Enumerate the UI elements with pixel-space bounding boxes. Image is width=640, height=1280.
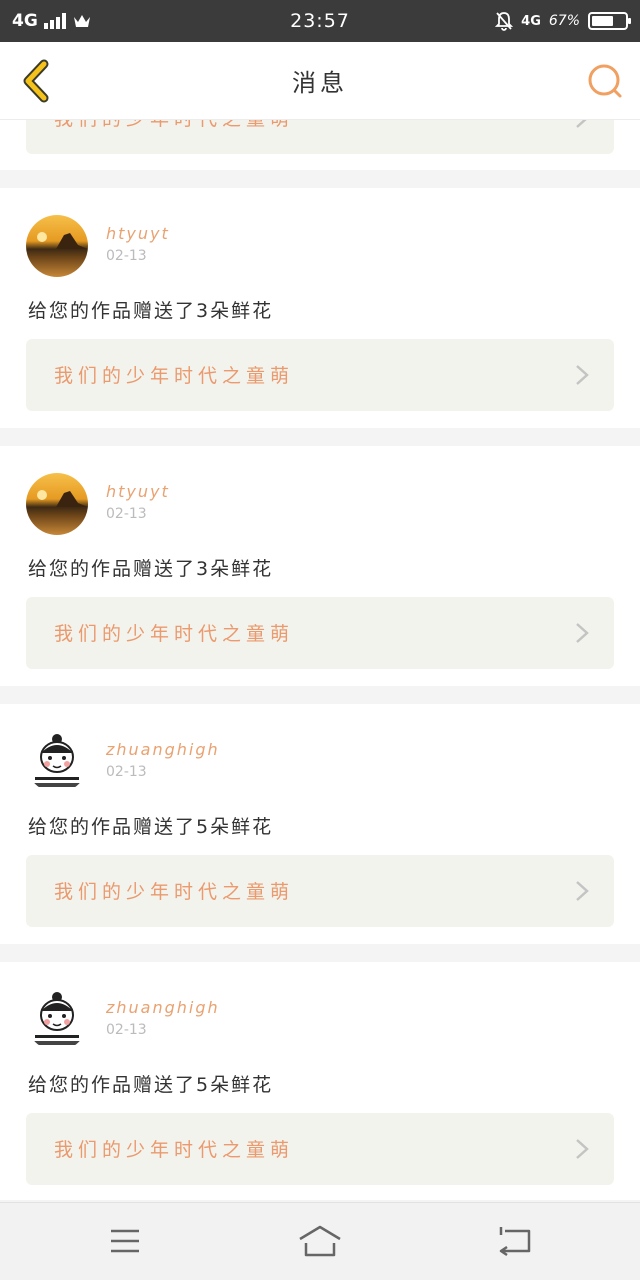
work-link[interactable]: 我们的少年时代之童萌 bbox=[26, 339, 614, 411]
chevron-right-icon bbox=[576, 1139, 589, 1159]
status-bar: 4G 23:57 4G 67% bbox=[0, 0, 640, 42]
back-nav-button[interactable] bbox=[493, 1221, 537, 1261]
work-title: 我们的少年时代之童萌 bbox=[54, 1139, 295, 1161]
crown-icon bbox=[73, 15, 90, 27]
avatar[interactable] bbox=[26, 215, 88, 277]
message-item: 我们的少年时代之童萌 bbox=[0, 120, 640, 170]
chevron-right-icon bbox=[576, 120, 587, 128]
message-item: htyuyt 02-13 给您的作品赠送了3朵鲜花 我们的少年时代之童萌 bbox=[0, 188, 640, 428]
username[interactable]: zhuanghigh bbox=[106, 998, 220, 1017]
date: 02-13 bbox=[106, 248, 147, 264]
avatar[interactable] bbox=[26, 731, 88, 793]
work-title: 我们的少年时代之童萌 bbox=[54, 881, 295, 903]
message-item: zhuanghigh 02-13 给您的作品赠送了5朵鲜花 我们的少年时代之童萌 bbox=[0, 962, 640, 1200]
avatar[interactable] bbox=[26, 473, 88, 535]
network-label: 4G bbox=[12, 11, 38, 31]
work-link[interactable]: 我们的少年时代之童萌 bbox=[26, 597, 614, 669]
back-button[interactable] bbox=[18, 58, 58, 104]
work-link[interactable]: 我们的少年时代之童萌 bbox=[26, 120, 614, 154]
page-title: 消息 bbox=[292, 69, 348, 97]
return-icon bbox=[499, 1227, 531, 1257]
status-left: 4G bbox=[12, 11, 92, 31]
battery-icon bbox=[588, 12, 631, 30]
chevron-right-icon bbox=[576, 881, 589, 901]
username[interactable]: zhuanghigh bbox=[106, 740, 220, 759]
message-text: 给您的作品赠送了5朵鲜花 bbox=[28, 1074, 274, 1096]
message-item: htyuyt 02-13 给您的作品赠送了3朵鲜花 我们的少年时代之童萌 bbox=[0, 446, 640, 686]
work-title: 我们的少年时代之童萌 bbox=[54, 120, 294, 131]
chevron-right-icon bbox=[576, 365, 589, 385]
work-title: 我们的少年时代之童萌 bbox=[54, 623, 295, 645]
message-item: zhuanghigh 02-13 给您的作品赠送了5朵鲜花 我们的少年时代之童萌 bbox=[0, 704, 640, 944]
battery-fill bbox=[592, 16, 614, 26]
menu-icon bbox=[111, 1229, 139, 1253]
menu-button[interactable] bbox=[103, 1221, 147, 1261]
home-icon bbox=[299, 1225, 341, 1257]
work-link[interactable]: 我们的少年时代之童萌 bbox=[26, 1113, 614, 1185]
work-title: 我们的少年时代之童萌 bbox=[54, 365, 295, 387]
message-list: 我们的少年时代之童萌 htyuyt 02-13 给您的作品赠送了3朵鲜花 我们的… bbox=[0, 120, 640, 1200]
date: 02-13 bbox=[106, 506, 147, 522]
status-right: 4G 67% bbox=[495, 11, 631, 31]
message-text: 给您的作品赠送了3朵鲜花 bbox=[28, 558, 274, 580]
message-text: 给您的作品赠送了3朵鲜花 bbox=[28, 300, 274, 322]
username[interactable]: htyuyt bbox=[106, 224, 170, 243]
work-link[interactable]: 我们的少年时代之童萌 bbox=[26, 855, 614, 927]
search-button[interactable] bbox=[586, 62, 624, 100]
avatar[interactable] bbox=[26, 989, 88, 1051]
message-text: 给您的作品赠送了5朵鲜花 bbox=[28, 816, 274, 838]
system-nav-bar bbox=[0, 1202, 640, 1280]
notification-off-icon bbox=[495, 12, 514, 31]
date: 02-13 bbox=[106, 1022, 147, 1038]
home-button[interactable] bbox=[298, 1221, 342, 1261]
username[interactable]: htyuyt bbox=[106, 482, 170, 501]
header: 消息 bbox=[0, 42, 640, 120]
chevron-right-icon bbox=[576, 623, 589, 643]
battery-label: 67% bbox=[548, 13, 580, 29]
signal-icon bbox=[43, 13, 66, 29]
network-right-label: 4G bbox=[521, 13, 541, 29]
date: 02-13 bbox=[106, 764, 147, 780]
